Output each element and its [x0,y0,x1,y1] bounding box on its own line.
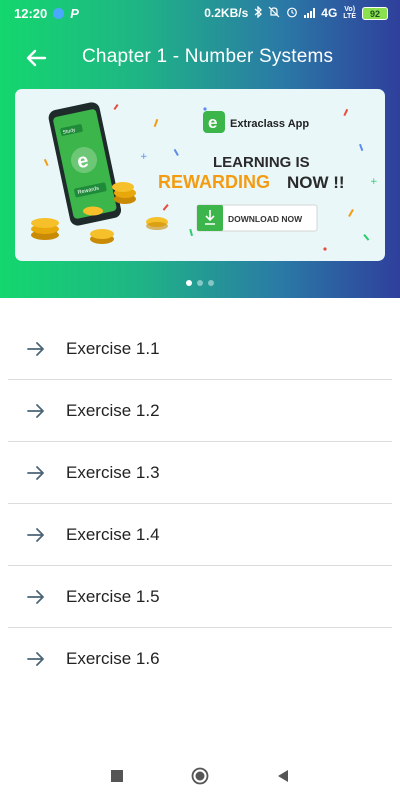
banner-artwork: + + e Study Rewards e Extraclass App LEA… [31,102,378,251]
svg-text:+: + [370,177,378,187]
status-time: 12:20 [14,5,48,21]
headline-rewarding: REWARDING [158,172,270,192]
app-bar: Chapter 1 - Number Systems [0,38,400,78]
list-item[interactable]: Exercise 1.6 [8,628,392,690]
signal-icon [304,8,316,18]
banner-pager [0,280,400,286]
pager-dot[interactable] [208,280,214,286]
arrow-right-icon [8,651,66,667]
svg-text:e: e [208,113,217,132]
page-title: Chapter 1 - Number Systems [82,46,334,67]
back-nav-button[interactable] [268,761,298,791]
status-bar: 12:20 P 0.2KB/s 4G Vo) LTE 92 [0,0,400,26]
pager-dot[interactable] [197,280,203,286]
arrow-right-icon [8,527,66,543]
back-button[interactable] [22,46,50,70]
battery-icon: 92 [362,6,388,20]
system-navigation-bar [0,752,400,800]
volte-indicator: Vo) LTE [343,6,356,20]
list-item[interactable]: Exercise 1.4 [8,504,392,566]
brand-name: Extraclass App [230,118,309,130]
pager-dot[interactable] [186,280,192,286]
headline-now: NOW !! [287,173,345,192]
exercise-list: Exercise 1.1 Exercise 1.2 Exercise 1.3 E… [8,318,392,690]
home-button[interactable] [185,761,215,791]
square-icon [111,770,123,782]
download-label: DOWNLOAD NOW [228,214,303,224]
list-item-label: Exercise 1.6 [66,649,160,668]
brand-logo: e [203,111,225,133]
header-background: 12:20 P 0.2KB/s 4G Vo) LTE 92 Chapter 1 … [0,0,400,298]
arrow-right-icon [8,403,66,419]
network-type: 4G [321,6,338,20]
arrow-right-icon [8,589,66,605]
list-item-label: Exercise 1.3 [66,462,160,482]
download-now-button[interactable]: DOWNLOAD NOW [196,204,318,232]
phone-illustration: e Study Rewards [48,102,122,226]
list-item-label: Exercise 1.2 [66,400,160,420]
list-item[interactable]: Exercise 1.5 [8,566,392,628]
network-speed: 0.2KB/s [204,6,249,20]
list-item-label: Exercise 1.4 [66,524,160,544]
headline-line1: LEARNING IS [213,154,310,171]
list-item-label: Exercise 1.5 [66,586,160,606]
alarm-icon [286,6,298,21]
bluetooth-icon [254,4,263,21]
parking-icon: P [70,5,79,21]
triangle-back-icon [278,770,288,782]
list-item[interactable]: Exercise 1.1 [8,318,392,380]
list-item[interactable]: Exercise 1.2 [8,380,392,442]
arrow-left-icon [26,49,47,67]
mute-bell-icon [268,6,280,21]
list-item-label: Exercise 1.1 [66,338,160,358]
svg-text:+: + [140,152,148,162]
arrow-right-icon [8,341,66,357]
circle-icon [191,767,209,785]
promo-banner[interactable]: + + e Study Rewards e Extraclass App LEA… [15,89,385,261]
arrow-right-icon [8,465,66,481]
recents-button[interactable] [102,761,132,791]
notification-dot-icon [53,7,65,19]
list-item[interactable]: Exercise 1.3 [8,442,392,504]
